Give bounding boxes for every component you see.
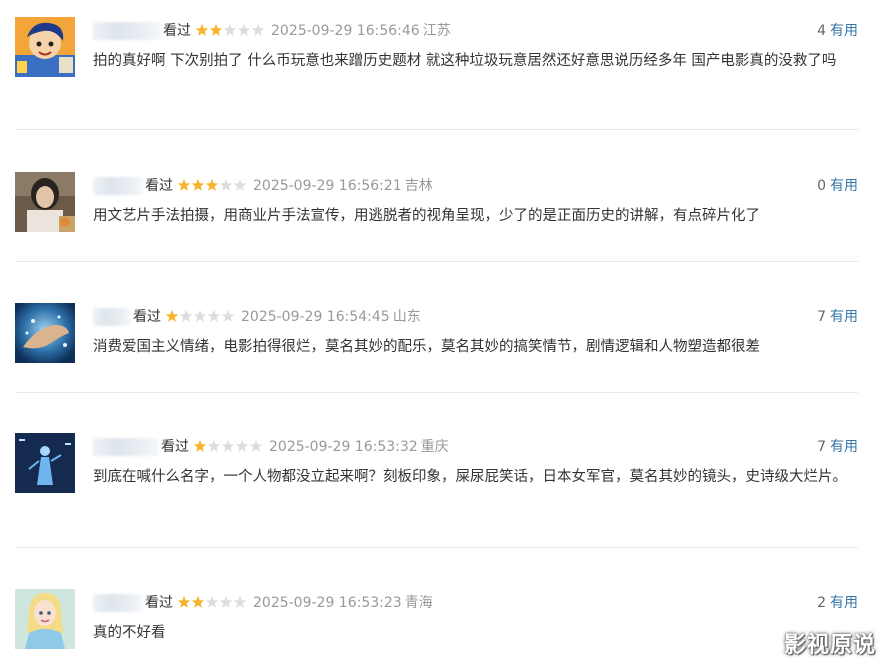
useful-button[interactable]: 有用 [830, 23, 858, 39]
star-filled-icon [177, 178, 191, 191]
comment-meta: 2025-09-29 16:54:45 山东 [241, 307, 421, 327]
star-filled-icon [191, 595, 205, 608]
comment-text: 真的不好看 [93, 625, 166, 641]
vote-count: 7 有用 [817, 437, 858, 457]
divider [15, 547, 858, 548]
comment-text: 消费爱国主义情绪，电影拍得很烂，莫名其妙的配乐，莫名其妙的搞笑情节，剧情逻辑和人… [93, 339, 760, 355]
star-empty-icon [233, 178, 247, 191]
vote-number: 0 [817, 178, 826, 194]
vote-count: 0 有用 [817, 176, 858, 196]
hand-splash-avatar-icon[interactable] [15, 303, 75, 363]
comment-text: 到底在喊什么名字，一个人物都没立起来啊？刻板印象，屎尿屁笑话，日本女军官，莫名其… [93, 469, 847, 485]
comment-meta: 2025-09-29 16:56:46 江苏 [271, 21, 451, 41]
divider [15, 261, 858, 262]
comment-header: 看过 2025-09-29 16:54:45 山东 7 有用 [93, 307, 858, 327]
watched-status: 看过 [133, 309, 161, 325]
star-filled-icon [193, 439, 207, 452]
star-empty-icon [223, 23, 237, 36]
divider [15, 392, 858, 393]
rating-stars [195, 23, 265, 37]
star-empty-icon [219, 178, 233, 191]
vote-number: 4 [817, 23, 826, 39]
star-filled-icon [205, 178, 219, 191]
comment-text: 用文艺片手法拍摄，用商业片手法宣传，用逃脱者的视角呈现，少了的是正面历史的讲解，… [93, 208, 760, 224]
comment-item: 看过 2025-09-29 16:56:21 吉林 0 有用 用文艺片手法拍摄，用商业… [15, 172, 858, 252]
username-redacted[interactable] [93, 438, 159, 456]
divider [15, 129, 858, 130]
watched-status: 看过 [145, 178, 173, 194]
portrait-avatar-icon[interactable] [15, 172, 75, 232]
comment-time: 2025-09-29 16:56:46 [271, 23, 420, 39]
username-redacted[interactable] [93, 177, 143, 195]
star-empty-icon [179, 309, 193, 322]
username-redacted[interactable] [93, 308, 131, 326]
star-filled-icon [165, 309, 179, 322]
comment-location: 山东 [392, 309, 421, 325]
star-empty-icon [205, 595, 219, 608]
comment-meta: 2025-09-29 16:56:21 吉林 [253, 176, 433, 196]
useful-button[interactable]: 有用 [830, 595, 858, 611]
star-empty-icon [235, 439, 249, 452]
comment-header: 看过 2025-09-29 16:56:21 吉林 0 有用 [93, 176, 858, 196]
watermark-logo: 影视原说 [783, 633, 876, 658]
comment-time: 2025-09-29 16:56:21 [253, 178, 402, 194]
comment-location: 吉林 [404, 178, 433, 194]
vote-count: 2 有用 [817, 593, 858, 613]
comment-location: 江苏 [422, 23, 451, 39]
star-empty-icon [193, 309, 207, 322]
anime-character-avatar-icon[interactable] [15, 17, 75, 77]
comment-item: 看过 2025-09-29 16:54:45 山东 7 有用 消费爱国主义情绪，电影拍… [15, 303, 858, 383]
comment-item: 看过 2025-09-29 16:53:23 青海 2 有用 真的不好看 [15, 589, 858, 659]
star-empty-icon [237, 23, 251, 36]
star-filled-icon [209, 23, 223, 36]
comment-meta: 2025-09-29 16:53:32 重庆 [269, 437, 449, 457]
comment-location: 重庆 [420, 439, 449, 455]
vote-count: 7 有用 [817, 307, 858, 327]
star-empty-icon [251, 23, 265, 36]
watched-status: 看过 [145, 595, 173, 611]
comment-list-page: 看过 2025-09-29 16:56:46 江苏 4 有用 拍的真好啊 下次别拍了 … [0, 0, 890, 671]
star-empty-icon [249, 439, 263, 452]
watched-status: 看过 [161, 439, 189, 455]
useful-button[interactable]: 有用 [830, 178, 858, 194]
useful-button[interactable]: 有用 [830, 309, 858, 325]
star-empty-icon [221, 439, 235, 452]
comment-item: 看过 2025-09-29 16:53:32 重庆 7 有用 到底在喊什么名字，一个人… [15, 433, 858, 533]
star-empty-icon [219, 595, 233, 608]
comment-meta: 2025-09-29 16:53:23 青海 [253, 593, 433, 613]
rating-stars [177, 595, 247, 609]
comment-time: 2025-09-29 16:53:32 [269, 439, 418, 455]
cartoon-princess-avatar-icon[interactable] [15, 589, 75, 649]
username-redacted[interactable] [93, 594, 143, 612]
stage-figure-avatar-icon[interactable] [15, 433, 75, 493]
comment-header: 看过 2025-09-29 16:53:32 重庆 7 有用 [93, 437, 858, 457]
comment-time: 2025-09-29 16:53:23 [253, 595, 402, 611]
vote-number: 2 [817, 595, 826, 611]
star-filled-icon [191, 178, 205, 191]
star-empty-icon [207, 439, 221, 452]
star-empty-icon [207, 309, 221, 322]
rating-stars [165, 309, 235, 323]
vote-number: 7 [817, 309, 826, 325]
star-empty-icon [233, 595, 247, 608]
comment-header: 看过 2025-09-29 16:56:46 江苏 4 有用 [93, 21, 858, 41]
useful-button[interactable]: 有用 [830, 439, 858, 455]
vote-count: 4 有用 [817, 21, 858, 41]
star-filled-icon [195, 23, 209, 36]
username-redacted[interactable] [93, 22, 161, 40]
comment-text: 拍的真好啊 下次别拍了 什么币玩意也来蹭历史题材 就这种垃圾玩意居然还好意思说历… [93, 53, 837, 69]
rating-stars [177, 178, 247, 192]
comment-item: 看过 2025-09-29 16:56:46 江苏 4 有用 拍的真好啊 下次别拍了 … [15, 17, 858, 122]
watched-status: 看过 [163, 23, 191, 39]
rating-stars [193, 439, 263, 453]
comment-location: 青海 [404, 595, 433, 611]
comment-time: 2025-09-29 16:54:45 [241, 309, 390, 325]
star-empty-icon [221, 309, 235, 322]
vote-number: 7 [817, 439, 826, 455]
star-filled-icon [177, 595, 191, 608]
comment-header: 看过 2025-09-29 16:53:23 青海 2 有用 [93, 593, 858, 613]
